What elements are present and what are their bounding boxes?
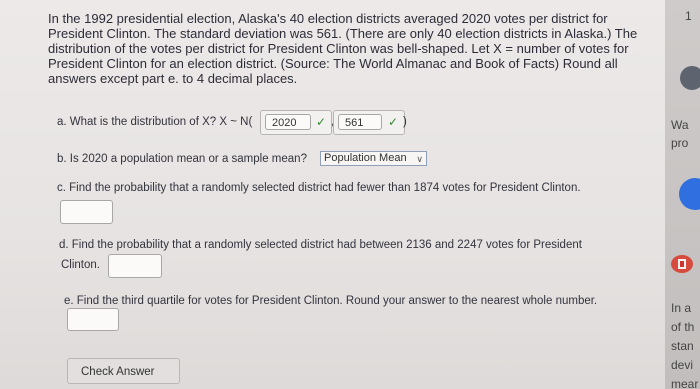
side-devi-text: devi xyxy=(671,358,694,372)
part-d-label-line2: Clinton. xyxy=(61,259,100,271)
canada-flag-icon xyxy=(671,255,693,273)
mean-type-select[interactable]: Population Mean ∨ xyxy=(320,151,427,166)
check-answer-button[interactable]: Check Answer xyxy=(67,358,180,384)
part-e-input[interactable] xyxy=(67,308,119,331)
mean-type-selected: Population Mean xyxy=(324,152,407,164)
side-in-a-text: In a xyxy=(671,301,692,315)
side-mear-text: mear xyxy=(671,377,699,389)
sd-correct-check-icon: ✓ xyxy=(388,115,399,129)
side-pro-text: pro xyxy=(671,136,689,150)
next-panel-peek: 1 Wa pro In a of th stan devi mear xyxy=(665,0,700,389)
mean-input[interactable]: 2020 xyxy=(265,114,311,130)
chevron-down-icon: ∨ xyxy=(416,154,423,164)
mean-correct-check-icon: ✓ xyxy=(316,115,327,129)
sd-input[interactable]: 561 xyxy=(338,114,382,130)
part-c-label: c. Find the probability that a randomly … xyxy=(57,182,581,194)
problem-statement: In the 1992 presidential election, Alask… xyxy=(48,11,638,86)
part-c-input[interactable] xyxy=(60,200,113,224)
part-d-label-line1: d. Find the probability that a randomly … xyxy=(59,239,582,251)
blue-circle-icon xyxy=(679,178,700,210)
side-top-text: 1 xyxy=(685,9,692,23)
part-b-label: b. Is 2020 a population mean or a sample… xyxy=(57,153,307,165)
part-e-label: e. Find the third quartile for votes for… xyxy=(64,295,598,307)
part-a-label: a. What is the distribution of X? X ~ N( xyxy=(57,116,253,128)
side-wa-text: Wa xyxy=(671,118,689,132)
side-stan-text: stan xyxy=(671,339,694,353)
side-of-th-text: of th xyxy=(671,320,695,334)
part-d-input[interactable] xyxy=(108,254,162,278)
close-paren: ) xyxy=(403,116,407,128)
sd-answer-frame: 561 ✓ xyxy=(333,110,405,135)
mean-answer-frame: 2020 ✓ xyxy=(260,110,332,135)
question-page: In the 1992 presidential election, Alask… xyxy=(0,0,665,389)
circle-icon xyxy=(680,66,700,90)
